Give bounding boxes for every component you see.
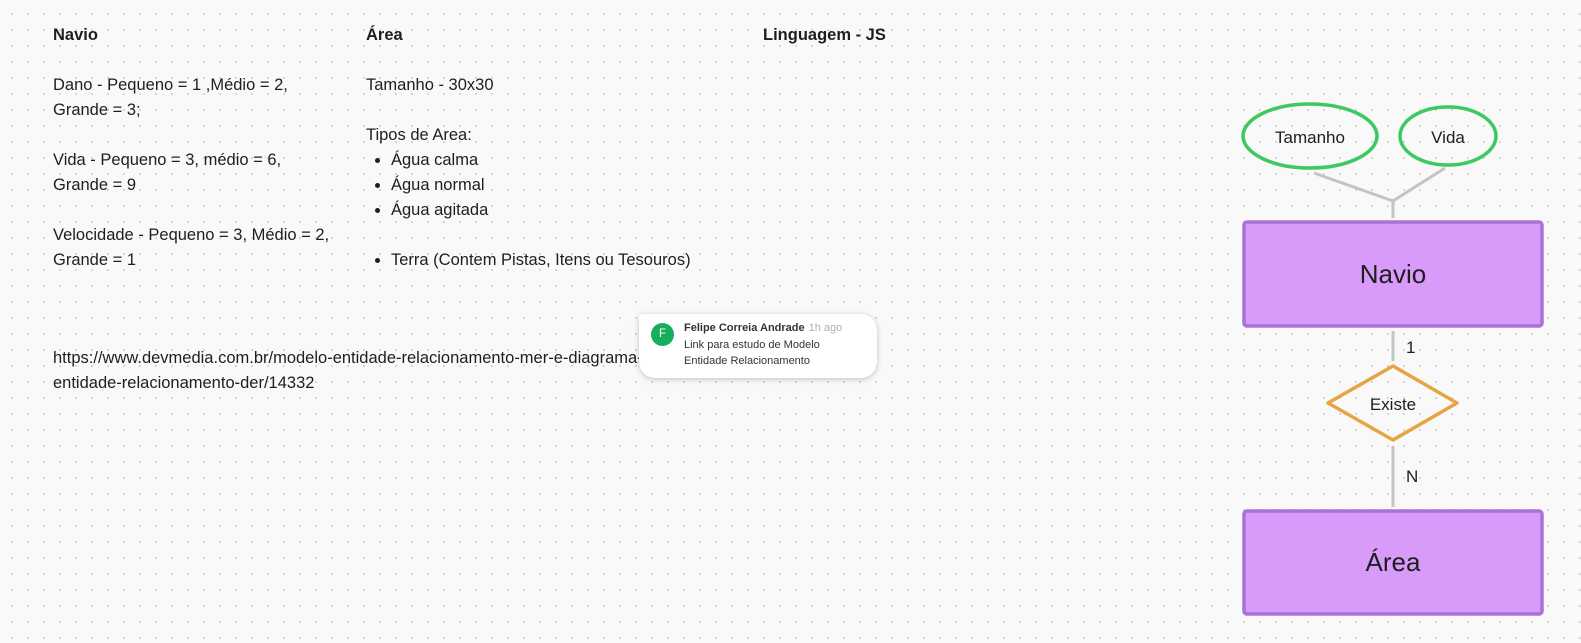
cardinality-one: 1 xyxy=(1406,338,1415,357)
entity-label: Navio xyxy=(1360,259,1426,289)
entity-navio[interactable]: Navio xyxy=(1242,220,1544,328)
attribute-tamanho[interactable]: Tamanho xyxy=(1241,102,1379,170)
er-diagram: Tamanho Vida Navio 1 Existe N Área xyxy=(1241,102,1544,616)
relationship-label: Existe xyxy=(1370,395,1416,414)
connector-vida[interactable] xyxy=(1392,166,1446,203)
attribute-label: Vida xyxy=(1431,128,1465,147)
entity-label: Área xyxy=(1366,547,1421,577)
attribute-vida[interactable]: Vida xyxy=(1398,105,1498,167)
cardinality-n: N xyxy=(1406,467,1418,486)
connector-tamanho[interactable] xyxy=(1313,171,1394,203)
attribute-label: Tamanho xyxy=(1275,128,1345,147)
entity-area[interactable]: Área xyxy=(1242,509,1544,616)
relationship-existe[interactable]: Existe xyxy=(1326,364,1459,442)
